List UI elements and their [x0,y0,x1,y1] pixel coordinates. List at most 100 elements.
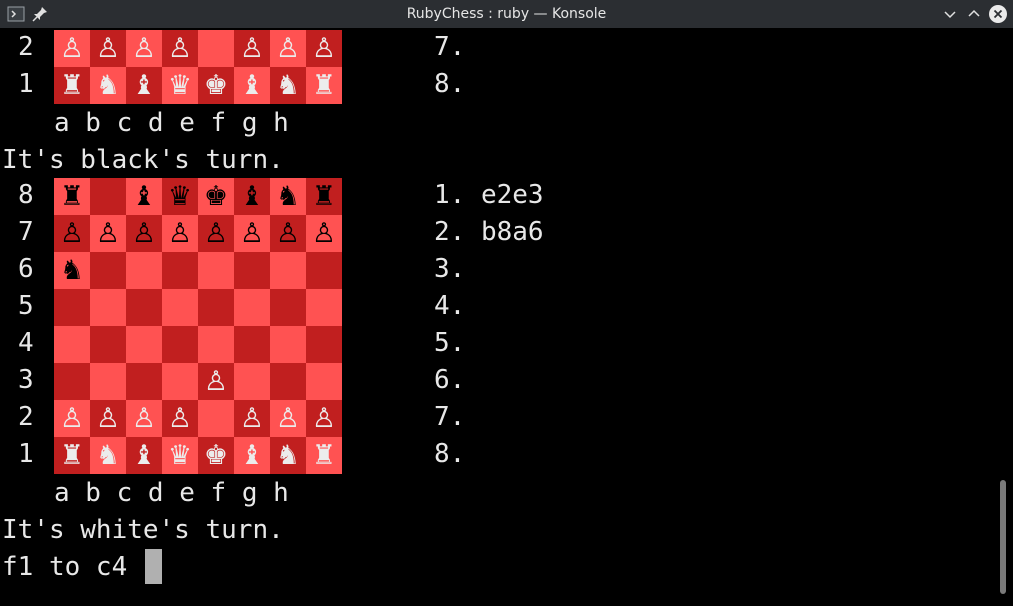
white-bishop-icon: ♝ [234,437,270,474]
board-rank: ♜ ♞ ♝ ♛ ♚ ♝ ♞ ♜ [54,437,343,474]
rank-label: 1 [18,439,34,469]
black-rook-icon: ♜ [306,178,342,215]
board-square [90,252,126,289]
board-square [162,363,198,400]
board-square [162,289,198,326]
white-knight-icon: ♞ [90,67,126,104]
board-square [234,363,270,400]
white-pawn-icon: ♙ [234,400,270,437]
white-knight-icon: ♞ [270,437,306,474]
white-pawn-icon: ♙ [234,30,270,67]
rank-label: 8 [18,180,34,210]
board-square [198,30,234,67]
white-knight-icon: ♞ [90,437,126,474]
board-square [162,252,198,289]
minimize-icon[interactable] [940,4,960,24]
board-rank: ♙ ♙ ♙ ♙ ♙ ♙ ♙ ♙ [54,215,343,252]
board-square [90,326,126,363]
file-labels: a b c d e f g h [54,108,289,138]
rank-label: 7 [18,217,34,247]
white-queen-icon: ♛ [162,67,198,104]
move-entry: 8. [434,439,466,469]
black-pawn-icon: ♙ [270,215,306,252]
move-entry: 7. [434,32,466,62]
move-entry: 8. [434,69,466,99]
move-entry: 7. [434,402,466,432]
white-bishop-icon: ♝ [234,67,270,104]
rank-label: 1 [18,69,34,99]
board-square [306,289,342,326]
black-king-icon: ♚ [198,178,234,215]
rank-label: 2 [18,402,34,432]
command-input[interactable]: f1 to c4 [2,549,127,586]
board-rank: ♙ ♙ ♙ ♙ ♙ ♙ ♙ [54,30,343,67]
white-rook-icon: ♜ [306,67,342,104]
white-pawn-icon: ♙ [270,30,306,67]
black-pawn-icon: ♙ [126,215,162,252]
title-bar: RubyChess : ruby — Konsole [0,0,1013,28]
black-knight-icon: ♞ [54,252,90,289]
white-king-icon: ♚ [198,437,234,474]
board-square [126,252,162,289]
black-bishop-icon: ♝ [126,178,162,215]
white-pawn-icon: ♙ [162,400,198,437]
board-square [54,326,90,363]
board-square [54,363,90,400]
rank-label: 5 [18,291,34,321]
board-square [270,252,306,289]
white-queen-icon: ♛ [162,437,198,474]
white-rook-icon: ♜ [54,67,90,104]
board-square [126,363,162,400]
close-icon[interactable] [988,4,1008,24]
board-square [126,289,162,326]
rank-label: 4 [18,328,34,358]
move-entry: 5. [434,328,466,358]
white-pawn-icon: ♙ [162,30,198,67]
white-pawn-icon: ♙ [90,30,126,67]
board-rank [54,326,343,363]
white-rook-icon: ♜ [306,437,342,474]
turn-message: It's white's turn. [2,515,284,545]
white-pawn-icon: ♙ [198,363,234,400]
window-title: RubyChess : ruby — Konsole [406,6,607,22]
board-square [270,326,306,363]
white-pawn-icon: ♙ [306,30,342,67]
board-rank: ♞ [54,252,343,289]
white-pawn-icon: ♙ [126,30,162,67]
white-pawn-icon: ♙ [270,400,306,437]
black-rook-icon: ♜ [54,178,90,215]
board-square [54,289,90,326]
board-square [270,363,306,400]
board-square [234,252,270,289]
board-square [198,400,234,437]
board-rank: ♜ ♝ ♛ ♚ ♝ ♞ ♜ [54,178,343,215]
black-pawn-icon: ♙ [198,215,234,252]
white-pawn-icon: ♙ [54,400,90,437]
move-entry: 2. b8a6 [434,217,544,247]
white-knight-icon: ♞ [270,67,306,104]
black-knight-icon: ♞ [270,178,306,215]
white-king-icon: ♚ [198,67,234,104]
white-bishop-icon: ♝ [126,437,162,474]
scrollbar[interactable] [1000,480,1006,594]
chess-board-previous: ♙ ♙ ♙ ♙ ♙ ♙ ♙ ♜ ♞ ♝ ♛ ♚ ♝ ♞ ♜ [54,30,343,104]
black-pawn-icon: ♙ [90,215,126,252]
text-cursor [145,549,162,584]
board-square [234,326,270,363]
rank-label: 3 [18,365,34,395]
move-entry: 1. e2e3 [434,180,544,210]
white-bishop-icon: ♝ [126,67,162,104]
rank-label: 2 [18,32,34,62]
maximize-icon[interactable] [964,4,984,24]
white-pawn-icon: ♙ [90,400,126,437]
white-pawn-icon: ♙ [306,400,342,437]
board-square [270,289,306,326]
black-pawn-icon: ♙ [306,215,342,252]
black-pawn-icon: ♙ [162,215,198,252]
board-square [306,363,342,400]
board-square [306,252,342,289]
move-entry: 4. [434,291,466,321]
black-queen-icon: ♛ [162,178,198,215]
black-pawn-icon: ♙ [234,215,270,252]
white-pawn-icon: ♙ [54,30,90,67]
